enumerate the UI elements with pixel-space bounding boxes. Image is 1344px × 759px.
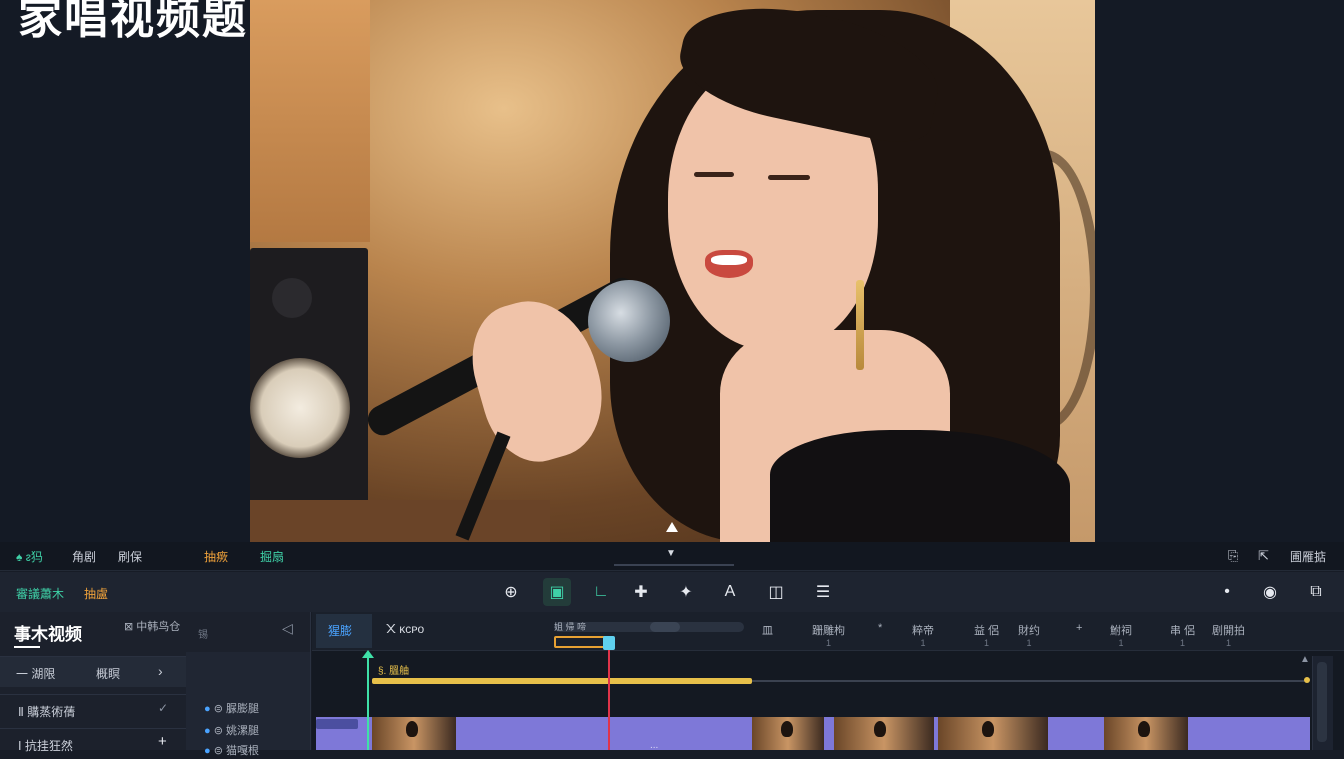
overlay-title-text: 家唱视频题 — [18, 0, 248, 43]
video-preview-frame[interactable] — [250, 0, 1095, 542]
clip-thumbnail — [938, 717, 1048, 750]
panel-tab-b[interactable]: ⊠ 中韩鸟仓 — [124, 618, 180, 634]
add-icon[interactable]: + — [158, 733, 167, 750]
ruler-tick: 跚雕枸 1 — [812, 625, 845, 648]
menu-icon[interactable]: ☰ — [809, 578, 837, 606]
text-style-icon[interactable]: A — [716, 578, 744, 606]
toolbar-left-item-2[interactable]: 抽盧 — [84, 585, 108, 602]
panel-row-3[interactable]: Ⅰ 抗挂狂然 + — [0, 728, 186, 759]
export-icon[interactable]: ⧉ — [1302, 578, 1330, 606]
in-point-marker[interactable] — [367, 654, 369, 750]
collapse-left-icon[interactable]: ◁ — [282, 620, 293, 637]
playback-position-marker[interactable] — [666, 522, 678, 532]
bar-item-3[interactable]: 刷保 — [118, 548, 142, 565]
edit-toolbar: 審議蕭木 抽盧 ⊕ ▣ ∟ ✚ ✦ A ◫ ☰ • ◉ ⧉ — [0, 572, 1344, 612]
chevron-right-icon[interactable]: › — [158, 663, 163, 679]
layers-icon[interactable]: ◫ — [762, 578, 790, 606]
clip-thumbnail — [1104, 717, 1188, 750]
video-clip-label: ... — [650, 740, 659, 751]
divider — [614, 564, 734, 566]
collapse-chevron-icon[interactable]: ▼ — [666, 548, 676, 559]
ruler-tick: + — [1076, 622, 1083, 634]
audio-clip[interactable] — [372, 678, 752, 684]
bar-item-2[interactable]: 角剧 — [72, 548, 96, 565]
bar-right-label[interactable]: 圃雁掂 — [1290, 548, 1326, 565]
scrubber-bar[interactable]: 姐 帰 啼 — [554, 622, 744, 632]
bar-item-1[interactable]: ♠ ᴤ犸 — [16, 548, 43, 565]
track-end-dot — [1304, 677, 1310, 683]
clip-thumbnail — [834, 717, 934, 750]
add-circle-icon[interactable]: ⊕ — [497, 578, 525, 606]
preview-control-bar: ♠ ᴤ犸 角剧 刷保 抽瘚 掘扇 ▼ ⎘ ⇱ 圃雁掂 — [0, 542, 1344, 571]
panel-tab-c[interactable]: 锡 — [198, 626, 208, 641]
panel-row-1[interactable]: 一 湖限 概瞑 › — [0, 656, 186, 687]
panel-row-2[interactable]: Ⅱ 購蒸術蒨 ✓ — [0, 694, 186, 725]
speaker-image — [250, 248, 368, 504]
ruler-tick: 財约 1 — [1018, 625, 1040, 648]
active-tab-indicator — [14, 646, 40, 648]
bar-item-4[interactable]: 抽瘚 — [204, 548, 228, 565]
copy-icon[interactable]: ⎘ — [1228, 548, 1238, 564]
crop-corner-icon[interactable]: ∟ — [587, 578, 615, 606]
sub-item-1[interactable]: ● ⊜ 脲膨腿 — [204, 700, 259, 716]
sub-item-2[interactable]: ● ⊜ 姚漯腿 — [204, 722, 259, 738]
magic-wand-icon[interactable]: ✦ — [672, 578, 700, 606]
track-tab[interactable]: 猩膨 — [316, 614, 372, 648]
ruler-tick: 鮒祠 1 — [1110, 625, 1132, 648]
layout-icon[interactable]: ▣ — [543, 578, 571, 606]
playhead-line[interactable] — [608, 640, 610, 750]
scrollbar-thumb[interactable] — [1317, 662, 1327, 742]
expand-icon[interactable]: ▲ — [1300, 654, 1310, 665]
ruler-tick: 剧開拍 1 — [1212, 625, 1245, 648]
sub-item-3[interactable]: ● ⊜ 猫嘎根 — [204, 742, 259, 758]
microphone-head — [588, 280, 670, 362]
bar-item-5[interactable]: 掘扇 — [260, 548, 284, 565]
in-point-handle[interactable] — [362, 650, 374, 658]
clip-badge — [316, 719, 358, 729]
check-icon: ✓ — [158, 701, 169, 715]
share-icon[interactable]: ⇱ — [1258, 548, 1269, 564]
track-name[interactable]: ᙭ ᴋᴄᴘᴏ — [386, 622, 424, 637]
audio-track-line — [752, 680, 1308, 682]
toolbar-left-item-1[interactable]: 審議蕭木 — [16, 585, 64, 602]
eye-icon[interactable]: ◉ — [1256, 578, 1284, 606]
audio-clip-label: §. 膃舳 — [378, 666, 410, 677]
pin-icon[interactable]: ✚ — [627, 578, 655, 606]
panel-title[interactable]: 事木视频 — [14, 620, 82, 645]
ruler-tick: 串 侶1 — [1170, 625, 1196, 648]
clip-thumbnail — [372, 717, 456, 750]
playhead-handle[interactable] — [603, 636, 615, 650]
ruler-tick: 皿 — [762, 625, 773, 637]
ruler-tick: 粹帝 1 — [912, 625, 934, 648]
dot-icon[interactable]: • — [1213, 578, 1241, 606]
ruler-tick: * — [878, 622, 883, 634]
clip-thumbnail — [752, 717, 824, 750]
ruler-tick: 益 侶1 — [974, 625, 1000, 648]
